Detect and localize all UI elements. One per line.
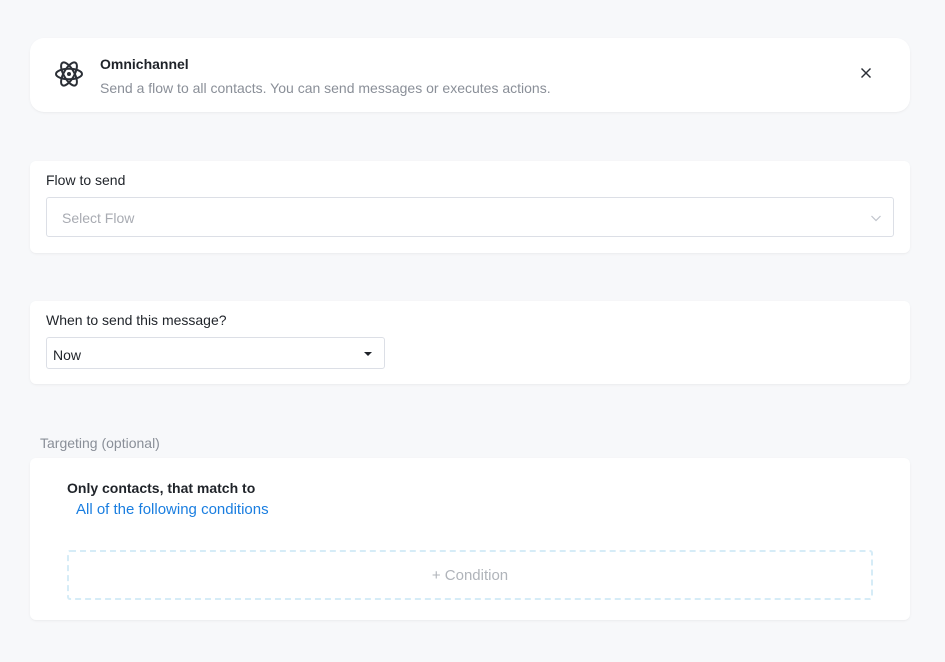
omnichannel-header-card: Omnichannel Send a flow to all contacts.… xyxy=(30,38,910,112)
schedule-card: When to send this message? Now xyxy=(30,301,910,384)
flow-card: Flow to send Select Flow xyxy=(30,161,910,253)
chevron-down-icon xyxy=(869,211,883,225)
match-label: Only contacts, that match to xyxy=(67,480,256,496)
match-mode-link[interactable]: All of the following conditions xyxy=(76,501,269,518)
schedule-select[interactable]: Now xyxy=(46,337,385,369)
close-button[interactable] xyxy=(856,65,876,85)
flow-select[interactable]: Select Flow xyxy=(46,197,894,237)
add-condition-button[interactable]: + Condition xyxy=(67,550,873,600)
header-title: Omnichannel xyxy=(100,56,189,72)
targeting-section-title: Targeting (optional) xyxy=(40,435,160,451)
flow-select-placeholder: Select Flow xyxy=(62,210,135,226)
targeting-card: Only contacts, that match to All of the … xyxy=(30,458,910,620)
schedule-select-value: Now xyxy=(53,347,82,363)
caret-down-icon xyxy=(364,352,372,356)
schedule-label: When to send this message? xyxy=(46,312,227,328)
atom-icon xyxy=(53,58,85,90)
header-description: Send a flow to all contacts. You can sen… xyxy=(100,80,551,96)
flow-label: Flow to send xyxy=(46,172,126,188)
close-icon xyxy=(860,66,872,84)
add-condition-label: + Condition xyxy=(431,566,509,584)
